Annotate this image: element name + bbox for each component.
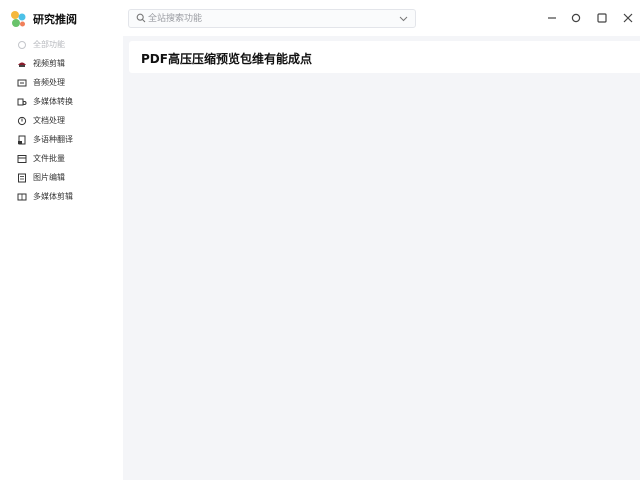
close-icon[interactable] xyxy=(622,12,634,24)
sidebar-item-all[interactable]: 全部功能 xyxy=(0,36,123,55)
page-title: PDF高压压缩预览包维有能成点 xyxy=(141,52,312,66)
sidebar-item-document[interactable]: 文档处理 xyxy=(0,112,123,131)
sidebar-item-label: 文件批量 xyxy=(33,154,65,163)
sidebar-item-label: 文档处理 xyxy=(33,116,65,125)
sidebar-item-label: 图片编辑 xyxy=(33,173,65,182)
sidebar-item-label: 多语种翻译 xyxy=(33,135,73,144)
chevron-down-icon[interactable] xyxy=(399,14,408,23)
sidebar-item-image[interactable]: 图片编辑 xyxy=(0,169,123,188)
search-icon xyxy=(136,13,146,23)
sidebar: 全部功能 视频剪辑 音频处理 多媒体转换 文档处理 多语种翻译 文件批量 图片编… xyxy=(0,36,123,480)
sidebar-item-label: 全部功能 xyxy=(33,40,65,49)
sidebar-item-batch-file[interactable]: 文件批量 xyxy=(0,150,123,169)
sidebar-item-label: 音频处理 xyxy=(33,78,65,87)
title-bar: 研究推阅 xyxy=(0,0,640,36)
maximize-icon[interactable] xyxy=(596,12,608,24)
sidebar-item-label: 视频剪辑 xyxy=(33,59,65,68)
sidebar-item-multimedia-edit[interactable]: 多媒体剪辑 xyxy=(0,188,123,207)
record-icon[interactable] xyxy=(570,12,582,24)
sidebar-item-video[interactable]: 视频剪辑 xyxy=(0,55,123,74)
sidebar-item-label: 多媒体转换 xyxy=(33,97,73,106)
video-icon xyxy=(18,62,26,67)
media-convert-icon xyxy=(17,98,27,106)
sidebar-item-label: 多媒体剪辑 xyxy=(33,192,73,201)
multimedia-edit-icon xyxy=(17,193,27,201)
image-icon xyxy=(18,173,26,183)
content-header: PDF高压压缩预览包维有能成点 xyxy=(129,41,640,73)
global-search[interactable] xyxy=(128,9,416,28)
sidebar-item-media-convert[interactable]: 多媒体转换 xyxy=(0,93,123,112)
search-input[interactable] xyxy=(148,10,388,27)
document-icon xyxy=(17,116,27,126)
all-icon xyxy=(18,41,26,49)
sidebar-item-translate[interactable]: 多语种翻译 xyxy=(0,131,123,150)
translate-icon xyxy=(18,135,26,145)
app-logo-icon xyxy=(11,11,26,27)
app-title: 研究推阅 xyxy=(33,13,77,26)
app-window: 研究推阅 全部 xyxy=(0,0,640,480)
batch-file-icon xyxy=(17,155,27,163)
sidebar-item-audio[interactable]: 音频处理 xyxy=(0,74,123,93)
minimize-icon[interactable] xyxy=(546,12,558,24)
audio-icon xyxy=(17,79,27,87)
